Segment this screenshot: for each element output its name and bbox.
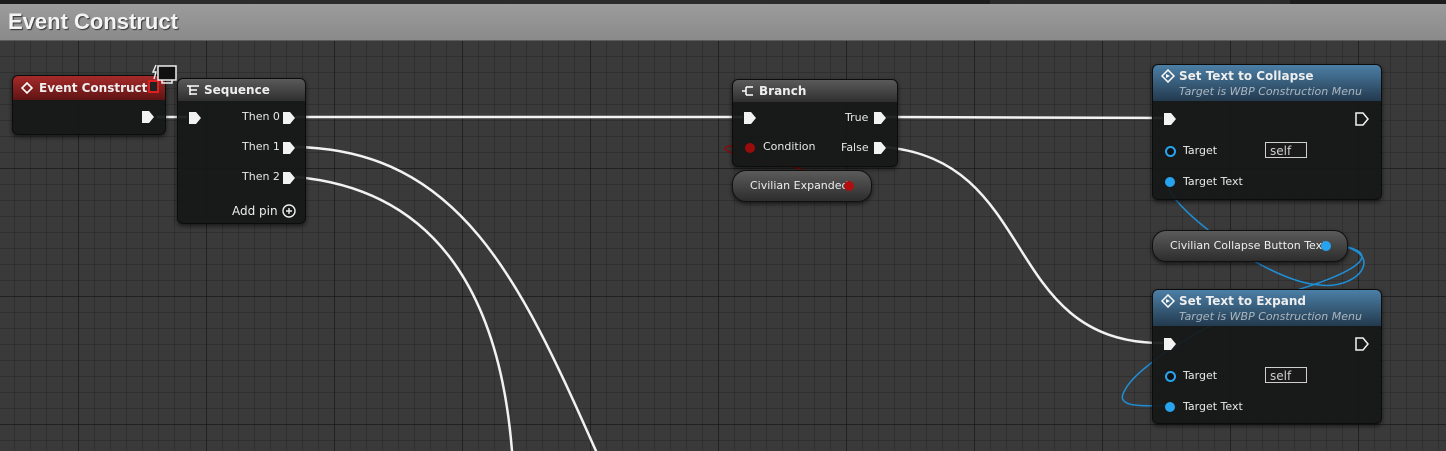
exec-out-pin[interactable] (1355, 112, 1369, 126)
exec-in-pin[interactable] (1163, 337, 1177, 351)
node-subtitle: Target is WBP Construction Menu (1179, 85, 1362, 98)
diamond-icon (21, 82, 33, 94)
false-label: False (841, 141, 869, 154)
civilian-expanded-variable[interactable]: Civilian Expanded (732, 170, 872, 202)
node-subtitle: Target is WBP Construction Menu (1179, 310, 1362, 323)
branch-icon (742, 86, 753, 96)
exec-in-pin[interactable] (743, 111, 757, 125)
sequence-node[interactable]: Sequence Then 0 Then 1 Then 2 Add pin (177, 78, 306, 224)
target-self-field[interactable]: self (1265, 367, 1307, 383)
text-out-pin[interactable] (1321, 241, 1331, 251)
exec-in-pin[interactable] (188, 111, 202, 125)
variable-label: Civilian Expanded (750, 179, 849, 192)
then1-label: Then 1 (242, 140, 280, 153)
true-pin[interactable] (873, 111, 887, 125)
target-text-pin[interactable] (1165, 402, 1175, 412)
function-icon (1161, 69, 1175, 83)
add-circle-icon (282, 204, 296, 218)
exec-out-pin[interactable] (1355, 337, 1369, 351)
branch-node[interactable]: Branch True Condition False (732, 79, 898, 167)
exec-in-pin[interactable] (1163, 112, 1177, 126)
node-title: Sequence (204, 83, 270, 97)
event-construct-node[interactable]: Event Construct (12, 75, 166, 135)
client-monitor-icon (152, 64, 177, 84)
true-label: True (845, 111, 869, 124)
node-title: Event Construct (39, 81, 148, 95)
condition-label: Condition (763, 140, 816, 153)
then0-label: Then 0 (242, 110, 280, 123)
node-title: Branch (759, 84, 807, 98)
bool-out-pin[interactable] (844, 181, 854, 191)
target-label: Target (1183, 369, 1218, 382)
then1-pin[interactable] (282, 141, 296, 155)
then2-label: Then 2 (242, 170, 280, 183)
wire-exec-then2 (294, 175, 514, 451)
target-pin[interactable] (1165, 371, 1176, 382)
function-icon (1161, 294, 1175, 308)
target-self-field[interactable]: self (1265, 142, 1307, 158)
target-text-label: Target Text (1183, 400, 1243, 413)
add-pin-button[interactable]: Add pin (232, 203, 302, 221)
wire-exec-false-expand (882, 145, 1164, 345)
then0-pin[interactable] (282, 111, 296, 125)
set-text-to-expand-node[interactable]: Set Text to Expand Target is WBP Constru… (1152, 289, 1382, 424)
set-text-to-collapse-node[interactable]: Set Text to Collapse Target is WBP Const… (1152, 64, 1382, 200)
target-text-label: Target Text (1183, 175, 1243, 188)
target-label: Target (1183, 144, 1218, 157)
then2-pin[interactable] (282, 171, 296, 185)
exec-out-pin[interactable] (141, 110, 155, 124)
condition-pin[interactable] (745, 143, 755, 153)
wire-exec-true-collapse (882, 115, 1164, 120)
civilian-collapse-button-text-variable[interactable]: Civilian Collapse Button Text (1152, 230, 1348, 262)
sequence-icon (187, 85, 199, 95)
variable-label: Civilian Collapse Button Text (1170, 239, 1327, 252)
add-pin-label: Add pin (232, 204, 278, 218)
wire-exec-then1 (294, 145, 598, 451)
target-text-pin[interactable] (1165, 177, 1175, 187)
target-pin[interactable] (1165, 146, 1176, 157)
node-title: Set Text to Expand (1179, 294, 1306, 308)
node-title: Set Text to Collapse (1179, 69, 1314, 83)
false-pin[interactable] (873, 141, 887, 155)
